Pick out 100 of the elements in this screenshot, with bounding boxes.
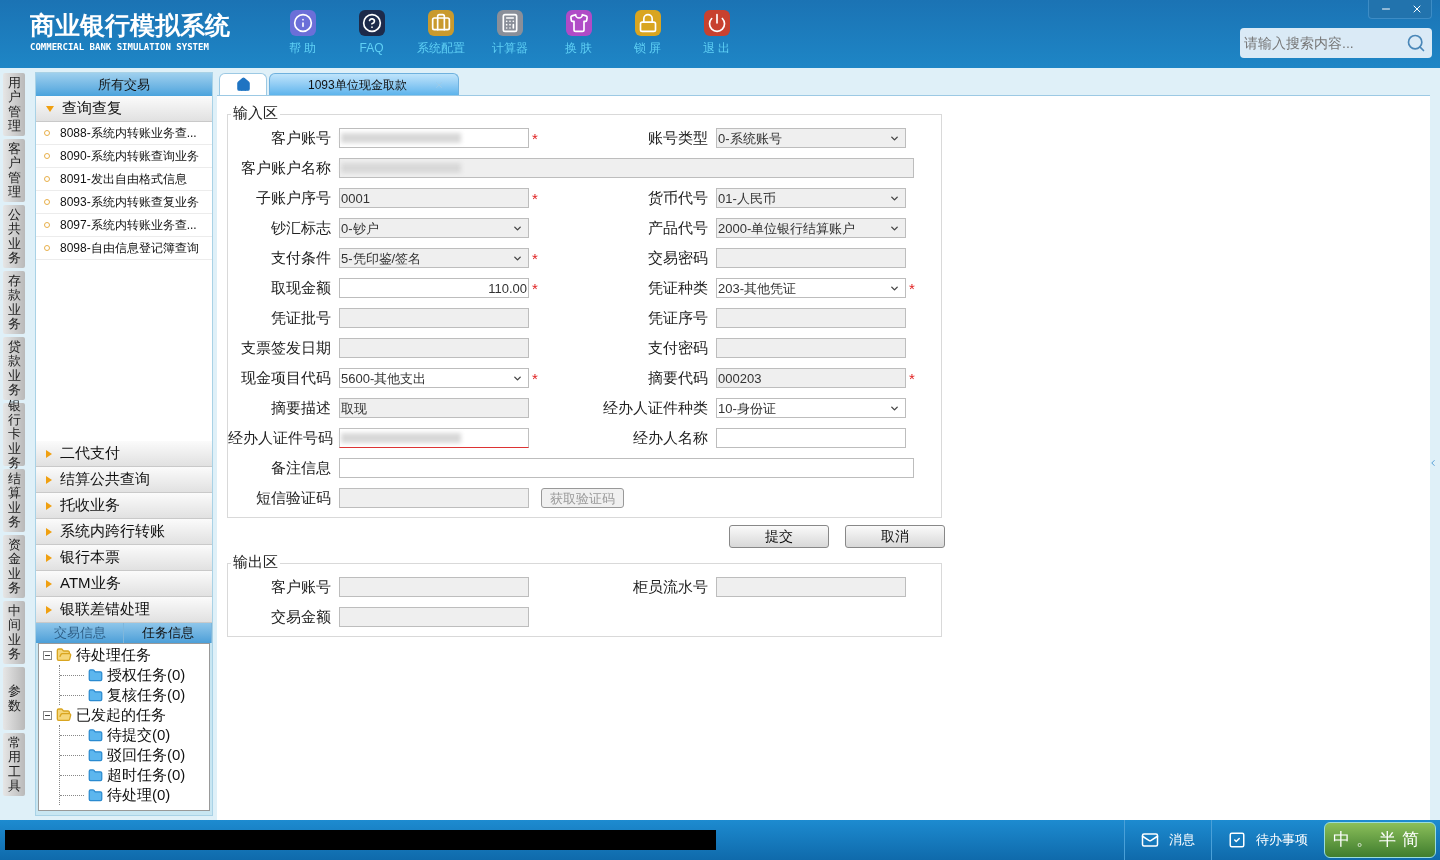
action-button[interactable]: 取消 xyxy=(845,525,945,548)
search-field[interactable]: 请输入搜索内容... xyxy=(1240,28,1432,58)
collapsed-arrow-icon xyxy=(46,527,52,536)
input-field[interactable] xyxy=(339,458,914,478)
menu-group[interactable]: 二代支付 xyxy=(36,441,212,467)
field-label: 客户账号 xyxy=(270,576,332,597)
folder-icon xyxy=(88,767,103,783)
folder-icon xyxy=(88,667,103,683)
collapsed-arrow-icon xyxy=(46,449,52,458)
required-asterisk-icon: * xyxy=(532,370,538,386)
required-asterisk-icon: * xyxy=(532,250,538,266)
home-tab[interactable] xyxy=(219,73,267,95)
input-field[interactable]: 取现 xyxy=(339,398,529,418)
input-field[interactable] xyxy=(339,488,529,508)
menu-item[interactable]: 8091-发出自由格式信息 xyxy=(36,168,212,191)
field-label: 经办人证件种类 xyxy=(602,397,709,418)
input-field[interactable] xyxy=(339,308,529,328)
input-field[interactable] xyxy=(339,338,529,358)
side-tab[interactable]: 贷款业务 xyxy=(3,337,25,400)
folder-icon xyxy=(88,727,103,743)
menu-item[interactable]: 8090-系统内转账查询业务 xyxy=(36,145,212,168)
input-field[interactable] xyxy=(339,158,914,178)
field-label: 取现金额 xyxy=(270,277,332,298)
search-icon[interactable] xyxy=(1406,33,1426,53)
tree-toggle-icon[interactable] xyxy=(43,650,52,660)
input-field[interactable]: 110.00 xyxy=(339,278,529,298)
status-button[interactable]: 消息 xyxy=(1124,820,1211,860)
side-tab[interactable]: 中间业务 xyxy=(3,601,25,664)
field-label: 账号类型 xyxy=(647,127,709,148)
side-tab[interactable]: 存款业务 xyxy=(3,271,25,334)
select-field[interactable]: 01-人民币 xyxy=(716,188,906,208)
input-field[interactable] xyxy=(339,577,529,597)
input-field[interactable] xyxy=(339,607,529,627)
field-label: 钞汇标志 xyxy=(270,217,332,238)
side-tab[interactable]: 用户管理 xyxy=(3,73,25,136)
input-field[interactable] xyxy=(339,428,529,448)
input-field[interactable] xyxy=(339,128,529,148)
folder-icon xyxy=(88,747,103,763)
select-field[interactable]: 203-其他凭证 xyxy=(716,278,906,298)
required-asterisk-icon: * xyxy=(909,280,915,296)
input-field[interactable]: 000203 xyxy=(716,368,906,388)
input-field[interactable] xyxy=(716,308,906,328)
field-label: 支付密码 xyxy=(647,337,709,358)
ime-toolbar[interactable]: 中 。 半 简 xyxy=(1324,822,1436,858)
info-icon xyxy=(292,13,313,33)
menu-item[interactable]: 8098-自由信息登记簿查询 xyxy=(36,237,212,260)
tree-toggle-icon[interactable] xyxy=(43,710,52,720)
home-icon xyxy=(235,77,251,92)
select-field[interactable]: 5-凭印鉴/签名 xyxy=(339,248,529,268)
folder-icon xyxy=(56,647,72,663)
section-title: 输出区 xyxy=(231,554,280,569)
input-field[interactable]: 0001 xyxy=(339,188,529,208)
input-field[interactable] xyxy=(716,338,906,358)
side-tab[interactable]: 结算业务 xyxy=(3,469,25,532)
select-field[interactable]: 2000-单位银行结算账户 xyxy=(716,218,906,238)
menu-group[interactable]: 银行本票 xyxy=(36,545,212,571)
input-field[interactable] xyxy=(716,577,906,597)
menu-item[interactable]: 8097-系统内转账业务查... xyxy=(36,214,212,237)
collapsed-arrow-icon xyxy=(46,605,52,614)
page-tab[interactable]: 1093单位现金取款 xyxy=(269,73,459,95)
side-tab[interactable]: 常用工具 xyxy=(3,733,25,796)
menu-group[interactable]: 银联差错处理 xyxy=(36,597,212,623)
envelope-icon xyxy=(1141,831,1159,849)
menu-group[interactable]: 查询查复 xyxy=(36,96,212,122)
action-button[interactable]: 提交 xyxy=(729,525,829,548)
menu-group[interactable]: 系统内跨行转账 xyxy=(36,519,212,545)
ime-mode[interactable]: 。 xyxy=(1356,827,1373,853)
select-field[interactable]: 5600-其他支出 xyxy=(339,368,529,388)
field-label: 摘要描述 xyxy=(270,397,332,418)
menu-item[interactable]: 8088-系统内转账业务查... xyxy=(36,122,212,145)
folder-icon xyxy=(88,687,103,703)
side-tab[interactable]: 资金业务 xyxy=(3,535,25,598)
menu-group[interactable]: 托收业务 xyxy=(36,493,212,519)
side-tab[interactable]: 公共业务 xyxy=(3,205,25,268)
field-label: 经办人证件号码 xyxy=(228,427,334,448)
app-title: 商业银行模拟系统 xyxy=(30,10,231,40)
close-tab-icon[interactable] xyxy=(434,79,444,90)
side-tab[interactable]: 参数 xyxy=(3,667,25,730)
menu-group[interactable]: ATM业务 xyxy=(36,571,212,597)
folder-icon xyxy=(88,787,103,803)
folder-icon xyxy=(56,707,72,723)
field-label: 经办人名称 xyxy=(632,427,709,448)
collapsed-arrow-icon xyxy=(46,501,52,510)
select-field[interactable]: 0-钞户 xyxy=(339,218,529,238)
field-label: 客户账号 xyxy=(270,127,332,148)
field-label: 短信验证码 xyxy=(255,487,332,508)
select-field[interactable]: 0-系统账号 xyxy=(716,128,906,148)
skin-icon xyxy=(568,13,589,33)
collapsed-arrow-icon xyxy=(46,553,52,562)
menu-item[interactable]: 8093-系统内转账查复业务 xyxy=(36,191,212,214)
sidebar-title: 所有交易 xyxy=(36,73,212,96)
field-label: 凭证序号 xyxy=(647,307,709,328)
checkbox-icon xyxy=(1228,831,1246,849)
side-tab[interactable]: 客户管理 xyxy=(3,139,25,202)
select-field[interactable]: 10-身份证 xyxy=(716,398,906,418)
field-label: 摘要代码 xyxy=(647,367,709,388)
menu-group[interactable]: 结算公共查询 xyxy=(36,467,212,493)
input-field[interactable] xyxy=(716,428,906,448)
field-label: 交易金额 xyxy=(270,606,332,627)
input-field[interactable] xyxy=(716,248,906,268)
